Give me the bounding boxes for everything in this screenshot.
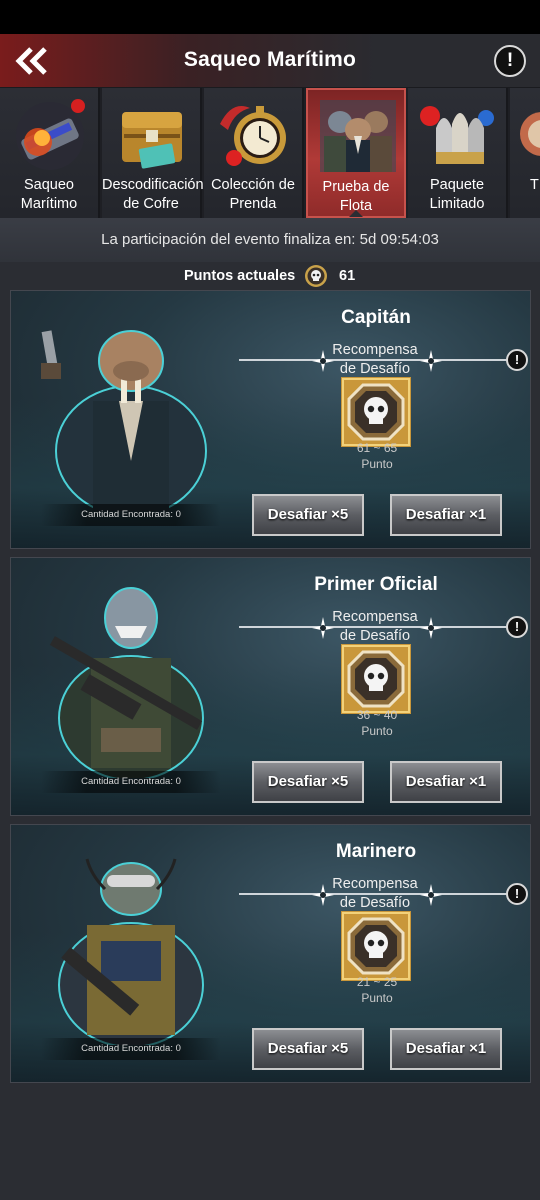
bullets-icon xyxy=(420,106,494,164)
reward-range: 36 ~ 40 xyxy=(356,708,398,722)
missile-crate-icon xyxy=(16,99,85,170)
challenge-x1-button[interactable]: Desafiar ×1 xyxy=(390,494,502,536)
sparkle-icon xyxy=(420,350,442,372)
skull-coin-reward-icon[interactable] xyxy=(341,911,411,981)
reward-unit: Punto xyxy=(361,457,393,471)
event-countdown: La participación del evento finaliza en:… xyxy=(0,218,540,262)
shark-officer-character xyxy=(49,587,204,778)
reward-caption: Recompensa de Desafío xyxy=(332,342,418,377)
tab-prueba-de-flota[interactable]: Prueba de Flota xyxy=(306,88,406,218)
reward-range: 21 ~ 25 xyxy=(356,975,398,989)
tab-label: T xyxy=(530,177,539,193)
challenge-x5-button[interactable]: Desafiar ×5 xyxy=(252,1028,364,1070)
sparkle-icon xyxy=(420,884,442,906)
info-button[interactable]: ! xyxy=(494,45,526,77)
current-points: Puntos actuales 61 xyxy=(0,262,540,290)
exclamation-icon: ! xyxy=(506,50,514,71)
challenge-x1-button[interactable]: Desafiar ×1 xyxy=(390,761,502,803)
pirate-crew-icon xyxy=(320,100,396,172)
exclamation-icon: ! xyxy=(514,619,520,634)
reward-info-button[interactable]: ! xyxy=(506,349,528,371)
treasure-chest-icon xyxy=(122,112,182,169)
tab-descodificacion-de-cofre[interactable]: Descodificación de Cofre xyxy=(102,88,204,218)
skull-coin-icon xyxy=(305,265,327,287)
challenge-x5-button[interactable]: Desafiar ×5 xyxy=(252,494,364,536)
encounter-count: Cantidad Encontrada: 0 xyxy=(41,771,221,793)
sparkle-icon xyxy=(420,617,442,639)
encounter-count: Cantidad Encontrada: 0 xyxy=(41,1038,221,1060)
exclamation-icon: ! xyxy=(514,352,520,367)
reward-unit: Punto xyxy=(361,991,393,1005)
event-tabs: Saqueo Marítimo Descodificación de Cofre… xyxy=(0,88,540,218)
reward-unit: Punto xyxy=(361,724,393,738)
tab-label: Saqueo Marítimo xyxy=(20,177,78,212)
encounter-count: Cantidad Encontrada: 0 xyxy=(41,504,221,526)
points-label: Puntos actuales xyxy=(184,268,296,284)
exclamation-icon: ! xyxy=(514,886,520,901)
reward-caption: Recompensa de Desafío xyxy=(332,609,418,644)
card-title: Primer Oficial xyxy=(314,574,438,595)
reward-range: 61 ~ 65 xyxy=(356,441,398,455)
skull-coin-reward-icon[interactable] xyxy=(341,377,411,447)
challenge-card-primer-oficial: Cantidad Encontrada: 0 Primer Oficial Re… xyxy=(10,557,531,816)
status-bar xyxy=(0,0,540,34)
partial-tab-icon xyxy=(520,112,540,156)
tab-coleccion-de-prenda[interactable]: Colección de Prenda xyxy=(204,88,304,218)
pocket-watch-icon xyxy=(220,106,286,166)
tab-label: Colección de Prenda xyxy=(211,177,295,212)
page-title: Saqueo Marítimo xyxy=(183,48,357,71)
reward-caption: Recompensa de Desafío xyxy=(332,876,418,911)
tab-label: Prueba de Flota xyxy=(322,179,390,214)
challenge-card-marinero: Cantidad Encontrada: 0 Marinero Recompen… xyxy=(10,824,531,1083)
skull-coin-reward-icon[interactable] xyxy=(341,644,411,714)
reward-info-button[interactable]: ! xyxy=(506,616,528,638)
walrus-captain-character xyxy=(41,330,207,511)
challenge-x1-button[interactable]: Desafiar ×1 xyxy=(390,1028,502,1070)
card-title: Marinero xyxy=(335,841,417,862)
tab-label: Paquete Limitado xyxy=(429,177,485,212)
tab-partial[interactable]: T xyxy=(510,88,540,218)
bottom-area xyxy=(0,1095,540,1200)
header: Saqueo Marítimo ! xyxy=(0,34,540,88)
tab-label: Descodificación de Cofre xyxy=(102,177,204,212)
tab-paquete-limitado[interactable]: Paquete Limitado xyxy=(408,88,508,218)
points-value: 61 xyxy=(339,268,356,284)
catfish-sailor-character xyxy=(58,858,204,1045)
reward-info-button[interactable]: ! xyxy=(506,883,528,905)
challenge-card-capitan: Cantidad Encontrada: 0 Capitán Recompens… xyxy=(10,290,531,549)
tab-saqueo-maritimo[interactable]: Saqueo Marítimo xyxy=(0,88,100,218)
challenge-x5-button[interactable]: Desafiar ×5 xyxy=(252,761,364,803)
card-title: Capitán xyxy=(341,307,411,328)
